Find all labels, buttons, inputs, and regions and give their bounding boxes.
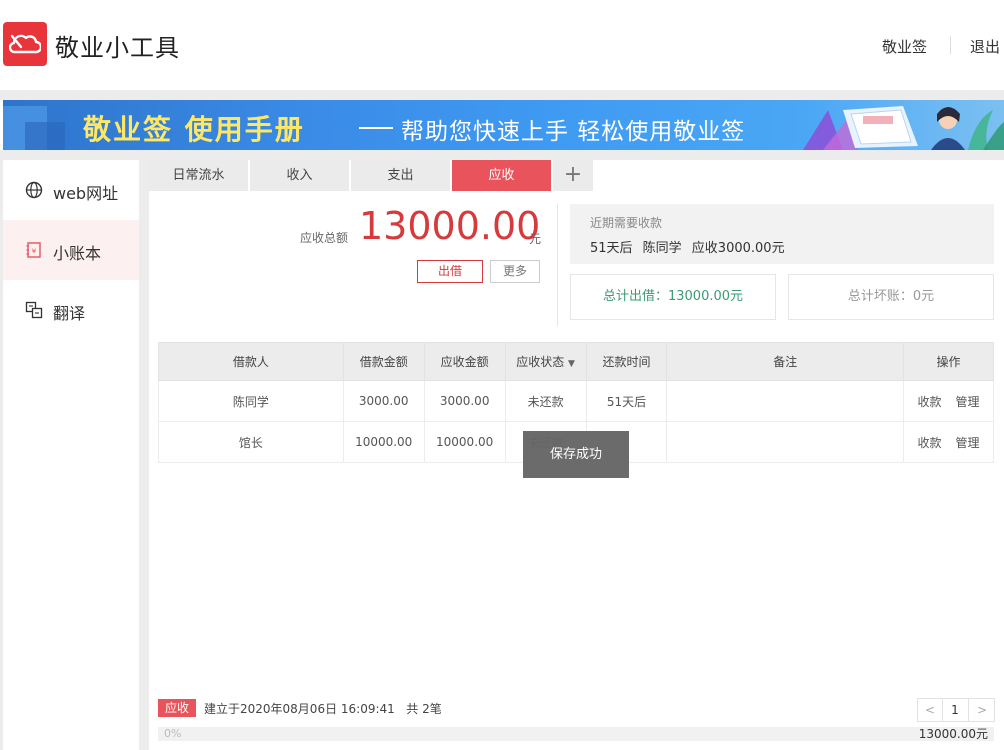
sidebar-item-web[interactable]: web网址 xyxy=(3,160,139,220)
logout-link[interactable]: 退出 xyxy=(970,36,1000,57)
manage-link[interactable]: 管理 xyxy=(956,395,980,409)
cell-status: 未还款 xyxy=(504,380,587,422)
collect-link[interactable]: 收款 xyxy=(918,436,942,450)
sidebar-item-translate[interactable]: 翻译 xyxy=(3,280,139,340)
more-button[interactable]: 更多 xyxy=(490,260,540,283)
tab-income[interactable]: 收入 xyxy=(250,160,350,191)
cell-receivable: 3000.00 xyxy=(423,380,506,422)
app-link[interactable]: 敬业签 xyxy=(882,36,927,57)
tab-daily[interactable]: 日常流水 xyxy=(149,160,249,191)
col-receivable-amount: 应收金额 xyxy=(423,342,506,381)
table-row: 陈同学 3000.00 3000.00 未还款 51天后 收款 管理 xyxy=(158,380,994,422)
banner-subtitle: 帮助您快速上手 轻松使用敬业签 xyxy=(401,119,746,145)
sidebar: web网址 ¥ 小账本 翻译 xyxy=(3,160,139,750)
header-divider xyxy=(950,36,951,54)
globe-icon xyxy=(25,181,43,199)
category-tag: 应收 xyxy=(158,699,196,717)
cell-loan: 10000.00 xyxy=(342,421,425,463)
banner-dash xyxy=(359,127,393,129)
col-due-time: 还款时间 xyxy=(585,342,668,381)
sidebar-item-label: 翻译 xyxy=(53,304,86,323)
cell-loan: 3000.00 xyxy=(342,380,425,422)
cell-borrower: 陈同学 xyxy=(158,380,344,422)
ledger-main-panel: 日常流水 收入 支出 应收 + 应收总额 13000.00 元 出借 更多 近期… xyxy=(149,160,1004,750)
cell-note xyxy=(666,380,905,422)
header-gap xyxy=(0,90,1004,100)
tab-expense[interactable]: 支出 xyxy=(351,160,451,191)
receivable-total-label: 应收总额 xyxy=(300,231,349,245)
sidebar-item-label: web网址 xyxy=(53,184,119,203)
manual-banner[interactable]: 敬业签 使用手册 帮助您快速上手 轻松使用敬业签 xyxy=(3,100,1004,150)
cell-borrower: 馆长 xyxy=(158,421,344,463)
bad-debt-stat: 总计坏账：0元 xyxy=(788,274,994,320)
ledger-icon: ¥ xyxy=(26,242,41,258)
sidebar-gap xyxy=(139,160,149,750)
cloud-logo-icon xyxy=(9,34,41,54)
lend-button[interactable]: 出借 xyxy=(417,260,483,283)
progress-percent: 0% xyxy=(164,727,182,740)
banner-gap xyxy=(0,150,1004,160)
col-note: 备注 xyxy=(666,342,905,381)
banner-cube-decoration xyxy=(25,122,65,150)
sidebar-item-ledger[interactable]: ¥ 小账本 xyxy=(3,220,139,280)
translate-icon xyxy=(25,301,43,319)
col-loan-amount: 借款金额 xyxy=(342,342,425,381)
svg-text:¥: ¥ xyxy=(32,248,37,256)
col-status-label: 应收状态 xyxy=(516,355,565,369)
table-header-row: 借款人 借款金额 应收金额 应收状态 ▼ 还款时间 备注 操作 xyxy=(158,342,994,381)
cell-note xyxy=(666,421,905,463)
progress-amount: 13000.00元 xyxy=(918,727,988,741)
cell-actions: 收款 管理 xyxy=(903,421,994,463)
prev-page-button[interactable]: < xyxy=(918,699,943,721)
pagination: < 1 > xyxy=(917,698,995,722)
add-tab-button[interactable]: + xyxy=(553,160,593,191)
tab-receivable[interactable]: 应收 xyxy=(452,160,552,191)
ledger-meta: 建立于2020年08月06日 16:09:41 共 2笔 xyxy=(204,700,442,717)
collection-progress-bar: 0% 13000.00元 xyxy=(158,727,994,741)
collect-link[interactable]: 收款 xyxy=(918,395,942,409)
total-lent-stat: 总计出借：13000.00元 xyxy=(570,274,776,320)
sort-caret-icon: ▼ xyxy=(568,359,575,369)
app-header: 敬业小工具 敬业签 退出 xyxy=(0,0,1004,90)
banner-title: 敬业签 使用手册 xyxy=(83,113,305,146)
app-title: 敬业小工具 xyxy=(55,34,180,62)
receivable-total-value: 13000.00 xyxy=(359,204,541,248)
app-logo[interactable] xyxy=(3,22,47,66)
page-number[interactable]: 1 xyxy=(943,699,967,721)
receivable-total-unit: 元 xyxy=(529,232,542,246)
record-count: 共 2笔 xyxy=(406,702,442,716)
recent-receivable-panel: 近期需要收款 51天后 陈同学 应收3000.00元 xyxy=(570,204,994,264)
manage-link[interactable]: 管理 xyxy=(956,436,980,450)
banner-illustration xyxy=(803,106,1004,150)
summary-divider xyxy=(557,204,558,326)
col-status[interactable]: 应收状态 ▼ xyxy=(504,342,587,381)
sidebar-item-label: 小账本 xyxy=(53,244,102,263)
cell-actions: 收款 管理 xyxy=(903,380,994,422)
cell-receivable: 10000.00 xyxy=(423,421,506,463)
created-time: 建立于2020年08月06日 16:09:41 xyxy=(204,702,395,716)
cell-due: 51天后 xyxy=(585,380,668,422)
recent-item: 51天后 陈同学 应收3000.00元 xyxy=(590,241,785,256)
save-success-toast: 保存成功 xyxy=(523,431,629,478)
next-page-button[interactable]: > xyxy=(968,699,995,721)
col-actions: 操作 xyxy=(903,342,994,381)
plus-icon: + xyxy=(563,162,583,187)
col-borrower: 借款人 xyxy=(158,342,344,381)
recent-title: 近期需要收款 xyxy=(590,216,663,230)
